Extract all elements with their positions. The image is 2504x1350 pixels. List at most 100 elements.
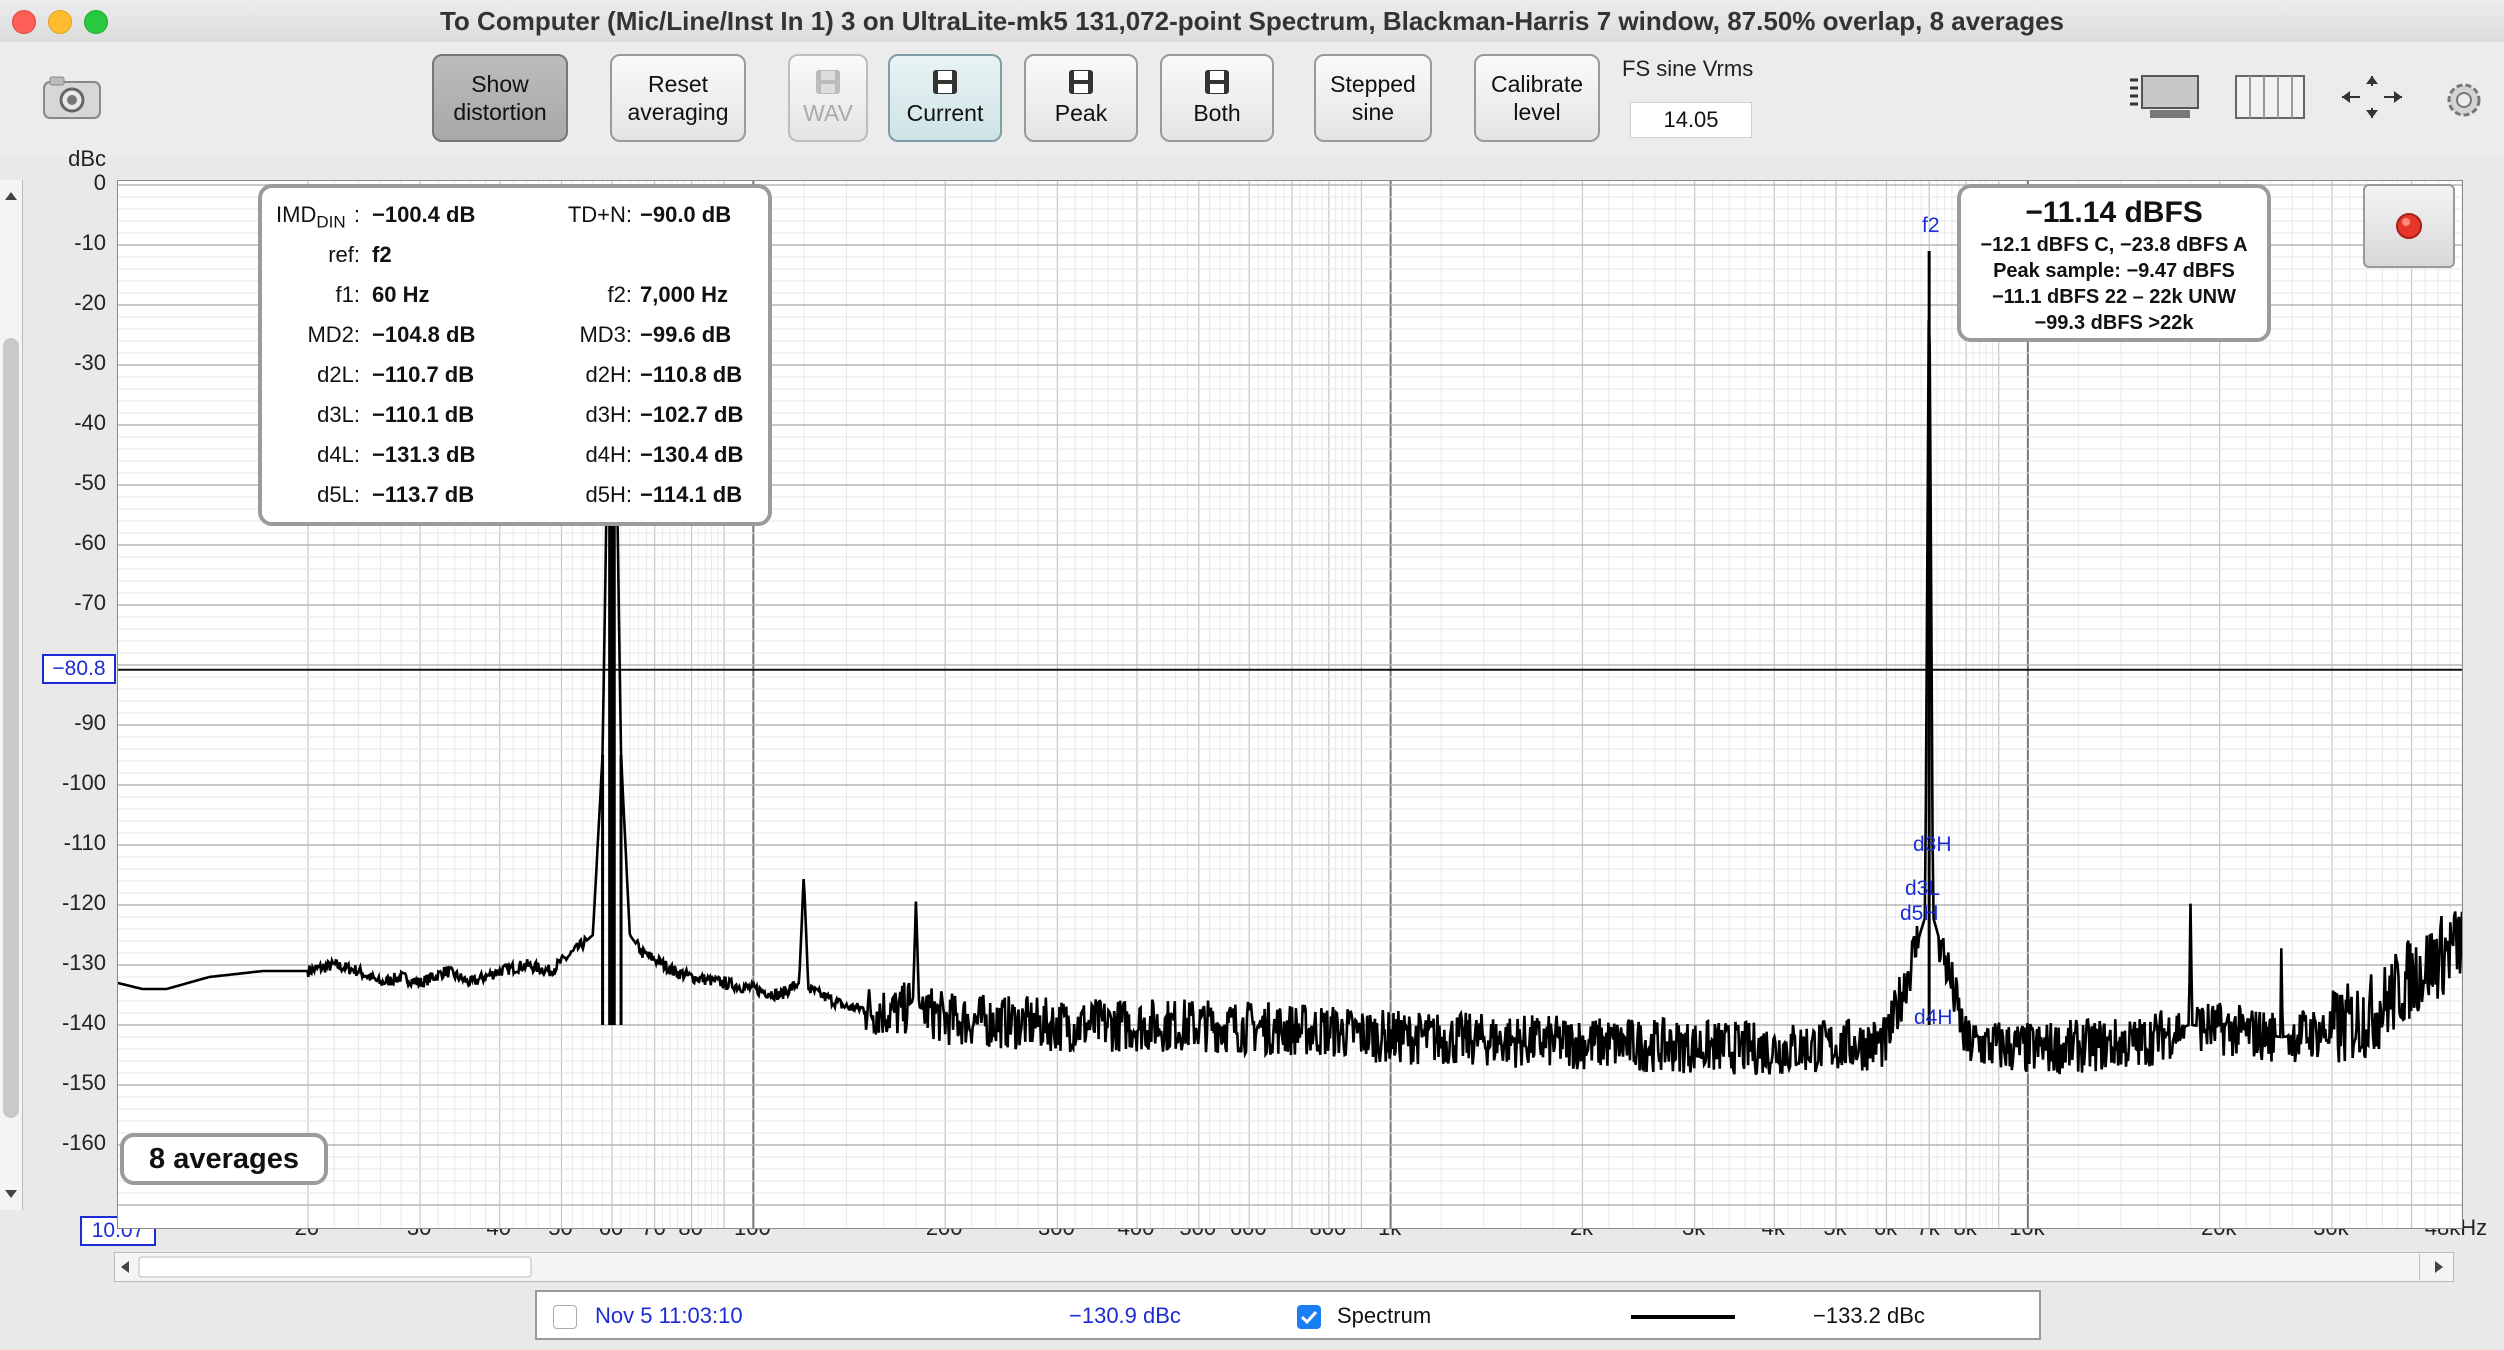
show-distortion-label-1: Show	[471, 71, 529, 97]
distortion-l-value: −110.7 dB	[372, 362, 475, 387]
level-line-1: −12.1 dBFS C, −23.8 dBFS A	[1980, 234, 2248, 256]
y-tick-label: -150	[61, 1070, 106, 1095]
y-tick-label: -70	[74, 590, 106, 615]
save-current-button[interactable]: Current	[888, 54, 1002, 142]
level-line-2: Peak sample: −9.47 dBFS	[1993, 260, 2235, 282]
y-tick-label: -10	[74, 230, 106, 255]
horizontal-scrollbar[interactable]	[114, 1252, 2454, 1282]
distortion-r-label: d2H:	[585, 362, 632, 387]
resize-arrows-icon[interactable]	[2336, 72, 2408, 127]
distortion-l-value: 60 Hz	[372, 282, 430, 307]
save-disk-icon	[1205, 70, 1229, 94]
legend-spectrum-label: Spectrum	[1337, 1303, 1432, 1328]
y-axis-unit: dBc	[68, 146, 106, 171]
save-both-button[interactable]: Both	[1160, 54, 1274, 142]
legend-timestamp: Nov 5 11:03:10	[595, 1303, 743, 1328]
distortion-l-label: d5L:	[317, 482, 360, 507]
cursor-readout[interactable]: −80.8	[42, 654, 116, 684]
y-tick-label: -130	[61, 950, 106, 975]
panel-layout-icon[interactable]	[2128, 70, 2202, 127]
y-tick-label: 0	[93, 170, 106, 195]
distortion-r-label: d4H:	[585, 442, 632, 467]
save-disk-icon	[1069, 70, 1093, 94]
gear-icon[interactable]	[2440, 76, 2488, 129]
peak-label-f2: f2	[1922, 214, 1940, 237]
distortion-l-label: d3L:	[317, 402, 360, 427]
fs-sine-input[interactable]: 14.05	[1630, 102, 1752, 138]
reset-averaging-button[interactable]: Reset averaging	[610, 54, 746, 142]
imd-label: IMDDIN	[276, 202, 346, 232]
y-tick-label: -120	[61, 890, 106, 915]
y-tick-label: -40	[74, 410, 106, 435]
y-tick-label: -30	[74, 350, 106, 375]
distortion-l-value: −110.1 dB	[372, 402, 475, 427]
imd-subscript: DIN	[316, 212, 346, 232]
distortion-r-value: −99.6 dB	[640, 322, 732, 347]
distortion-l-value: −131.3 dB	[372, 442, 476, 467]
both-label: Both	[1193, 100, 1241, 126]
peak-label-d3l: d3L	[1905, 877, 1941, 900]
y-tick-label: -90	[74, 710, 106, 735]
stepped-sine-label-1: Stepped	[1330, 71, 1416, 97]
calibrate-level-label-1: Calibrate	[1490, 71, 1584, 97]
distortion-panel: IMDDIN : −100.4 dB TD+N: −90.0 dB ref: f2 f1: 6…	[258, 184, 772, 526]
spectrum-checkbox[interactable]	[1297, 1305, 1321, 1329]
y-tick-label: -140	[61, 1010, 106, 1035]
peak-label: Peak	[1054, 100, 1108, 126]
peak-label-d5h: d5H	[1900, 902, 1939, 925]
distortion-r-label: d5H:	[585, 482, 632, 507]
record-icon	[2396, 213, 2422, 239]
y-tick-label: -60	[74, 530, 106, 555]
distortion-r-label: TD+N:	[567, 202, 632, 227]
level-main-value: −11.14 dBFS	[2025, 196, 2203, 229]
reset-averaging-label-1: Reset	[647, 71, 709, 97]
camera-icon[interactable]	[40, 74, 104, 125]
reset-averaging-label-2: averaging	[627, 99, 729, 125]
distortion-r-label: MD3:	[579, 322, 632, 347]
show-distortion-button[interactable]: Show distortion	[432, 54, 568, 142]
toolbar: Show distortion Reset averaging WAV Curr…	[0, 42, 2504, 157]
peak-label-d4h: d4H	[1914, 1006, 1953, 1029]
distortion-r-label: f2:	[607, 282, 632, 307]
distortion-r-value: 7,000 Hz	[640, 282, 729, 307]
distortion-l-label: f1:	[335, 282, 360, 307]
calibrate-level-button[interactable]: Calibrate level	[1474, 54, 1600, 142]
distortion-l-label: MD2:	[307, 322, 360, 347]
distortion-l-label: ref:	[328, 242, 360, 267]
calibrate-level-label-2: level	[1513, 99, 1561, 125]
show-distortion-label-2: distortion	[453, 99, 547, 125]
y-tick-label: -20	[74, 290, 106, 315]
distortion-r-value: −114.1 dB	[640, 482, 743, 507]
wav-label: WAV	[803, 100, 853, 126]
current-label: Current	[906, 100, 984, 126]
wav-button[interactable]: WAV	[788, 54, 868, 142]
distortion-l-value: −100.4 dB	[372, 202, 476, 227]
stepped-sine-button[interactable]: Stepped sine	[1314, 54, 1432, 142]
columns-icon[interactable]	[2234, 74, 2306, 125]
legend-timestamp-value: −130.9 dBc	[1069, 1303, 1181, 1328]
distortion-r-value: −90.0 dB	[640, 202, 732, 227]
distortion-l-label: d4L:	[317, 442, 360, 467]
window-title: To Computer (Mic/Line/Inst In 1) 3 on Ul…	[439, 6, 2065, 36]
y-tick-label: -110	[63, 830, 106, 855]
averages-badge: 8 averages	[120, 1133, 328, 1185]
save-disk-icon	[816, 70, 840, 94]
save-disk-icon	[933, 70, 957, 94]
level-line-3: −11.1 dBFS 22 – 22k UNW	[1991, 286, 2236, 308]
distortion-l-value: f2	[372, 242, 392, 267]
stepped-sine-label-2: sine	[1351, 99, 1395, 125]
legend-spectrum-value: −133.2 dBc	[1813, 1303, 1925, 1328]
level-line-4: −99.3 dBFS >22k	[2034, 312, 2194, 334]
record-button[interactable]	[2363, 184, 2455, 268]
y-tick-label: -100	[61, 770, 106, 795]
timestamp-checkbox[interactable]	[553, 1305, 577, 1329]
distortion-l-value: −113.7 dB	[372, 482, 475, 507]
y-tick-label: -160	[61, 1130, 106, 1155]
save-peak-button[interactable]: Peak	[1024, 54, 1138, 142]
legend-spectrum-swatch	[1631, 1315, 1735, 1319]
fs-sine-label: FS sine Vrms	[1622, 56, 1754, 81]
title-bar: To Computer (Mic/Line/Inst In 1) 3 on Ul…	[0, 0, 2504, 43]
vertical-scrollbar[interactable]	[0, 180, 23, 1210]
peak-label-d3h: d3H	[1913, 833, 1952, 856]
distortion-r-value: −102.7 dB	[640, 402, 744, 427]
